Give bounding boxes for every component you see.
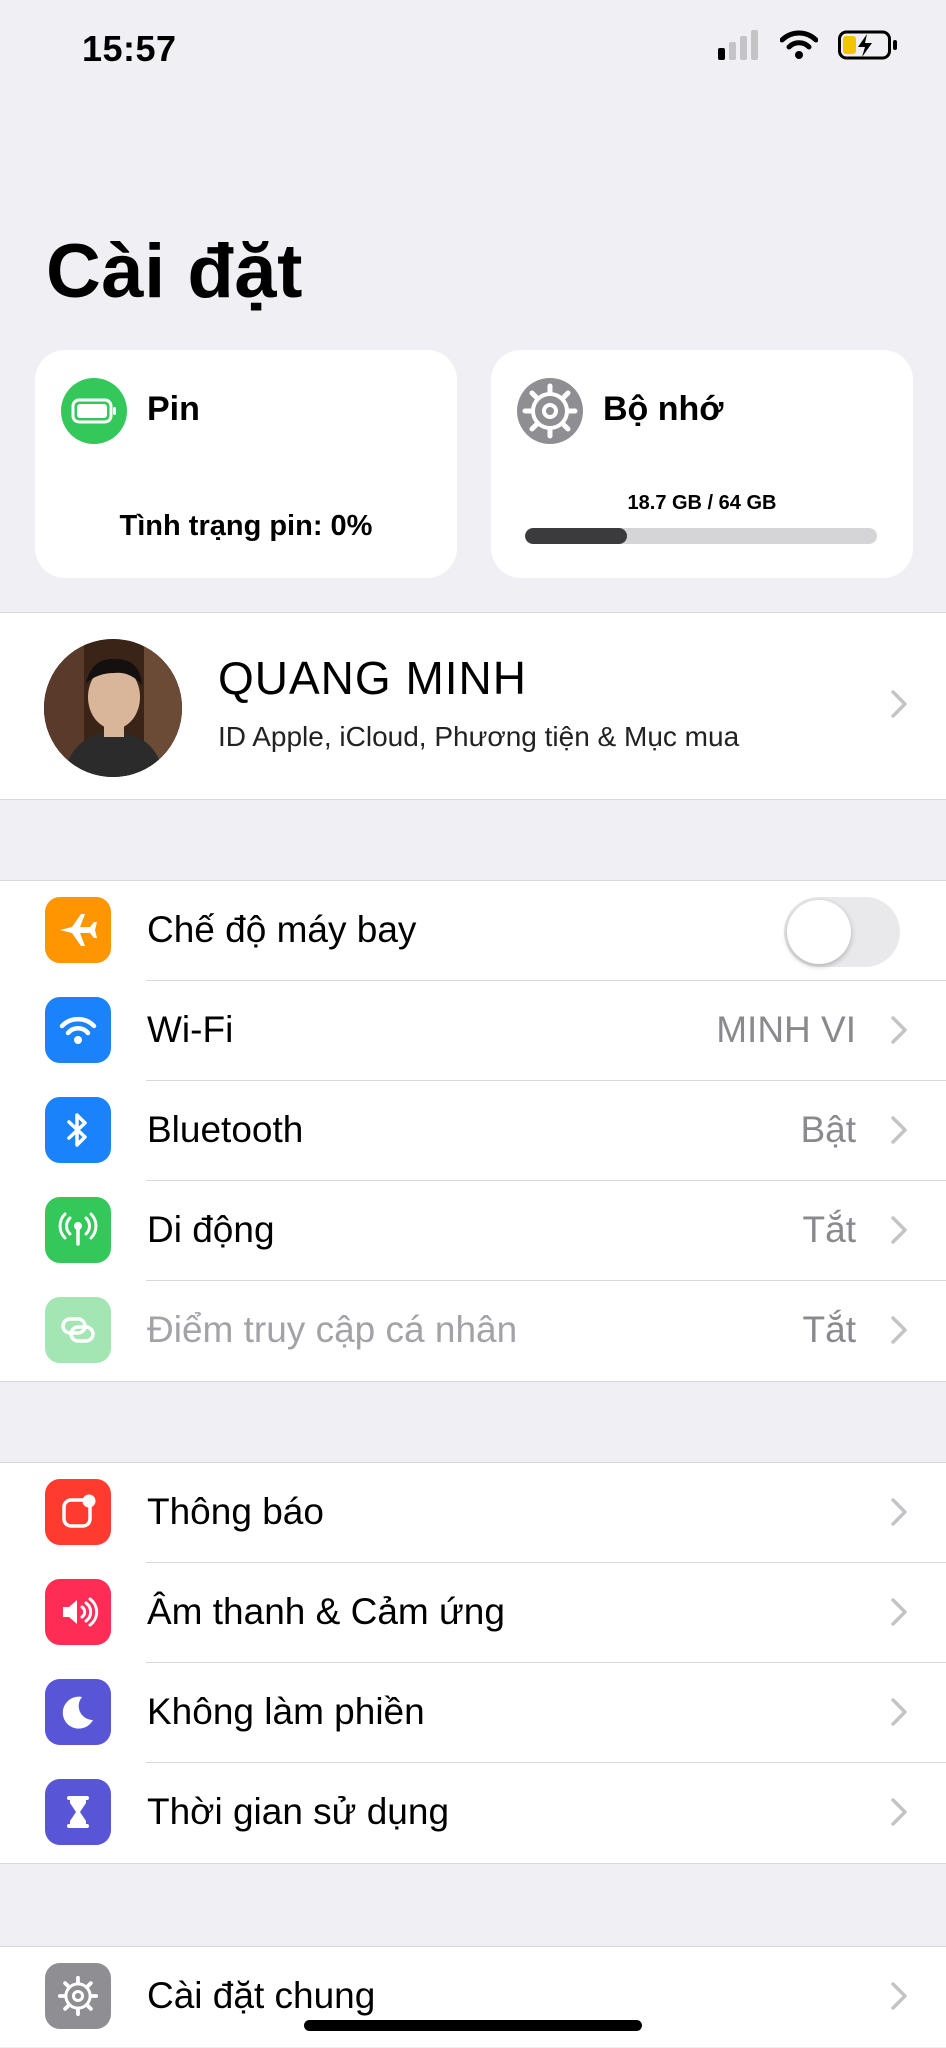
status-bar: 15:57 bbox=[0, 0, 946, 110]
storage-progress-fill bbox=[525, 528, 628, 544]
airplane-mode-row[interactable]: Chế độ máy bay bbox=[0, 881, 946, 981]
bluetooth-value: Bật bbox=[800, 1109, 856, 1150]
bluetooth-label: Bluetooth bbox=[147, 1109, 304, 1150]
storage-card[interactable]: Bộ nhớ 18.7 GB / 64 GB bbox=[491, 350, 913, 578]
wifi-label: Wi-Fi bbox=[147, 1009, 234, 1050]
moon-icon bbox=[45, 1679, 111, 1745]
chevron-right-icon bbox=[891, 1116, 907, 1144]
do-not-disturb-row[interactable]: Không làm phiền bbox=[0, 1663, 946, 1763]
personal-hotspot-value: Tắt bbox=[802, 1309, 856, 1350]
personal-hotspot-row[interactable]: Điểm truy cập cá nhân Tắt bbox=[0, 1281, 946, 1381]
bluetooth-icon bbox=[45, 1097, 111, 1163]
chevron-right-icon bbox=[891, 1598, 907, 1626]
page-title: Cài đặt bbox=[46, 229, 303, 314]
notifications-label: Thông báo bbox=[147, 1491, 324, 1532]
sounds-haptics-label: Âm thanh & Cảm ứng bbox=[147, 1591, 505, 1632]
hourglass-icon bbox=[45, 1779, 111, 1845]
airplane-icon bbox=[45, 897, 111, 963]
battery-card-title: Pin bbox=[147, 390, 200, 428]
general-settings-label: Cài đặt chung bbox=[147, 1975, 376, 2016]
notifications-row[interactable]: Thông báo bbox=[0, 1463, 946, 1563]
screen-time-row[interactable]: Thời gian sử dụng bbox=[0, 1763, 946, 1863]
notifications-group: Thông báo Âm thanh & Cảm ứng Không làm p… bbox=[0, 1462, 946, 1864]
chevron-right-icon bbox=[891, 690, 907, 718]
chevron-right-icon bbox=[891, 1498, 907, 1526]
connectivity-group: Chế độ máy bay Wi-Fi MINH VI Bluetooth B… bbox=[0, 880, 946, 1382]
gear-icon bbox=[45, 1963, 111, 2029]
bluetooth-row[interactable]: Bluetooth Bật bbox=[0, 1081, 946, 1181]
do-not-disturb-label: Không làm phiền bbox=[147, 1691, 425, 1732]
general-settings-row[interactable]: Cài đặt chung bbox=[0, 1947, 946, 2047]
airplane-mode-toggle[interactable] bbox=[784, 897, 900, 967]
hotspot-icon bbox=[45, 1297, 111, 1363]
chevron-right-icon bbox=[891, 1698, 907, 1726]
storage-progress-bar bbox=[525, 528, 877, 544]
cellular-row[interactable]: Di động Tắt bbox=[0, 1181, 946, 1281]
battery-charging-icon bbox=[838, 30, 897, 60]
sound-icon bbox=[45, 1579, 111, 1645]
battery-card-icon bbox=[61, 378, 127, 444]
profile-name: QUANG MINH bbox=[218, 652, 527, 704]
storage-usage-text: 18.7 GB / 64 GB bbox=[627, 492, 777, 514]
cellular-label: Di động bbox=[147, 1209, 275, 1250]
chevron-right-icon bbox=[891, 1216, 907, 1244]
airplane-mode-label: Chế độ máy bay bbox=[147, 909, 417, 950]
battery-health-text: Tình trạng pin: 0% bbox=[119, 510, 373, 542]
apple-id-row[interactable]: QUANG MINH ID Apple, iCloud, Phương tiện… bbox=[0, 612, 946, 800]
toggle-knob bbox=[787, 900, 851, 964]
cellular-value: Tắt bbox=[802, 1209, 856, 1250]
wifi-row[interactable]: Wi-Fi MINH VI bbox=[0, 981, 946, 1081]
notifications-icon bbox=[45, 1479, 111, 1545]
cellular-icon bbox=[45, 1197, 111, 1263]
storage-gear-icon bbox=[517, 378, 583, 444]
screen-time-label: Thời gian sử dụng bbox=[147, 1791, 450, 1832]
avatar bbox=[44, 639, 182, 777]
chevron-right-icon bbox=[891, 1798, 907, 1826]
wifi-status-icon bbox=[780, 30, 818, 59]
signal-icon bbox=[718, 30, 758, 60]
home-indicator[interactable] bbox=[304, 2020, 642, 2031]
status-time: 15:57 bbox=[82, 28, 177, 69]
status-icons bbox=[718, 30, 898, 60]
personal-hotspot-label: Điểm truy cập cá nhân bbox=[147, 1309, 518, 1350]
battery-card[interactable]: Pin Tình trạng pin: 0% bbox=[35, 350, 457, 578]
storage-card-title: Bộ nhớ bbox=[603, 390, 724, 428]
wifi-icon bbox=[45, 997, 111, 1063]
chevron-right-icon bbox=[891, 1016, 907, 1044]
wifi-value: MINH VI bbox=[716, 1009, 856, 1050]
sounds-haptics-row[interactable]: Âm thanh & Cảm ứng bbox=[0, 1563, 946, 1663]
chevron-right-icon bbox=[891, 1316, 907, 1344]
chevron-right-icon bbox=[891, 1982, 907, 2010]
profile-subtitle: ID Apple, iCloud, Phương tiện & Mục mua bbox=[218, 721, 740, 752]
general-group: Cài đặt chung bbox=[0, 1946, 946, 2047]
